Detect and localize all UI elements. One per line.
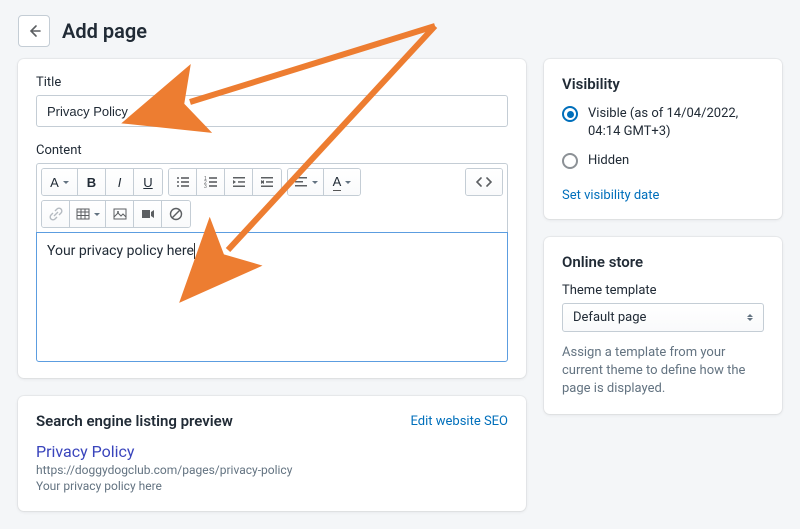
theme-template-select[interactable]: Default page (562, 303, 764, 332)
hidden-label: Hidden (588, 152, 629, 170)
editor-toolbar: A B I U 123 (36, 163, 508, 232)
svg-text:3: 3 (204, 184, 207, 189)
link-icon (49, 207, 63, 221)
content-editor[interactable]: Your privacy policy here (36, 232, 508, 362)
visibility-hidden-radio[interactable]: Hidden (562, 152, 764, 170)
underline-button[interactable]: U (134, 169, 162, 195)
select-caret-icon (747, 314, 753, 321)
page-title: Add page (62, 19, 147, 43)
clear-format-button[interactable] (162, 201, 190, 227)
bold-button[interactable]: B (78, 169, 106, 195)
back-button[interactable] (18, 15, 50, 47)
image-icon (113, 207, 127, 221)
table-icon (76, 207, 90, 221)
online-store-heading: Online store (544, 237, 782, 283)
seo-heading: Search engine listing preview (36, 412, 233, 430)
italic-button[interactable]: I (106, 169, 134, 195)
arrow-left-icon (26, 23, 42, 39)
page-header: Add page (0, 0, 800, 59)
table-dropdown[interactable] (70, 201, 106, 227)
editor-text: Your privacy policy here (47, 243, 194, 259)
clear-icon (169, 207, 183, 221)
visibility-visible-radio[interactable]: Visible (as of 14/04/2022, 04:14 GMT+3) (562, 105, 764, 140)
video-button[interactable] (134, 201, 162, 227)
radio-checked-icon (562, 106, 578, 122)
seo-url: https://doggydogclub.com/pages/privacy-p… (36, 463, 508, 477)
code-icon (476, 175, 492, 189)
online-store-card: Online store Theme template Default page… (544, 237, 782, 415)
indent-icon (260, 175, 274, 189)
html-button[interactable] (466, 169, 502, 195)
align-dropdown[interactable] (288, 169, 324, 195)
title-label: Title (36, 75, 508, 90)
title-input[interactable] (36, 95, 508, 127)
image-button[interactable] (106, 201, 134, 227)
bullet-list-icon (176, 175, 190, 189)
align-icon (294, 175, 308, 189)
seo-description: Your privacy policy here (36, 479, 508, 493)
template-help-text: Assign a template from your current them… (562, 344, 764, 399)
title-content-card: Title Content A B I U (18, 59, 526, 378)
visibility-heading: Visibility (544, 59, 782, 105)
outdent-icon (232, 175, 246, 189)
numbered-list-button[interactable]: 123 (197, 169, 225, 195)
edit-seo-link[interactable]: Edit website SEO (411, 414, 509, 429)
link-button[interactable] (42, 201, 70, 227)
outdent-button[interactable] (225, 169, 253, 195)
visible-label: Visible (as of 14/04/2022, 04:14 GMT+3) (588, 105, 764, 140)
text-color-dropdown[interactable]: A (324, 169, 360, 195)
visibility-card: Visibility Visible (as of 14/04/2022, 04… (544, 59, 782, 219)
seo-card: Search engine listing preview Edit websi… (18, 396, 526, 511)
radio-unchecked-icon (562, 153, 578, 169)
video-icon (141, 207, 155, 221)
numbered-list-icon: 123 (204, 175, 218, 189)
format-dropdown[interactable]: A (42, 169, 78, 195)
seo-page-title: Privacy Policy (36, 442, 508, 461)
indent-button[interactable] (253, 169, 281, 195)
select-value: Default page (573, 310, 646, 325)
set-visibility-date-link[interactable]: Set visibility date (562, 188, 659, 203)
bullet-list-button[interactable] (169, 169, 197, 195)
template-label: Theme template (562, 283, 764, 298)
content-label: Content (36, 143, 508, 158)
